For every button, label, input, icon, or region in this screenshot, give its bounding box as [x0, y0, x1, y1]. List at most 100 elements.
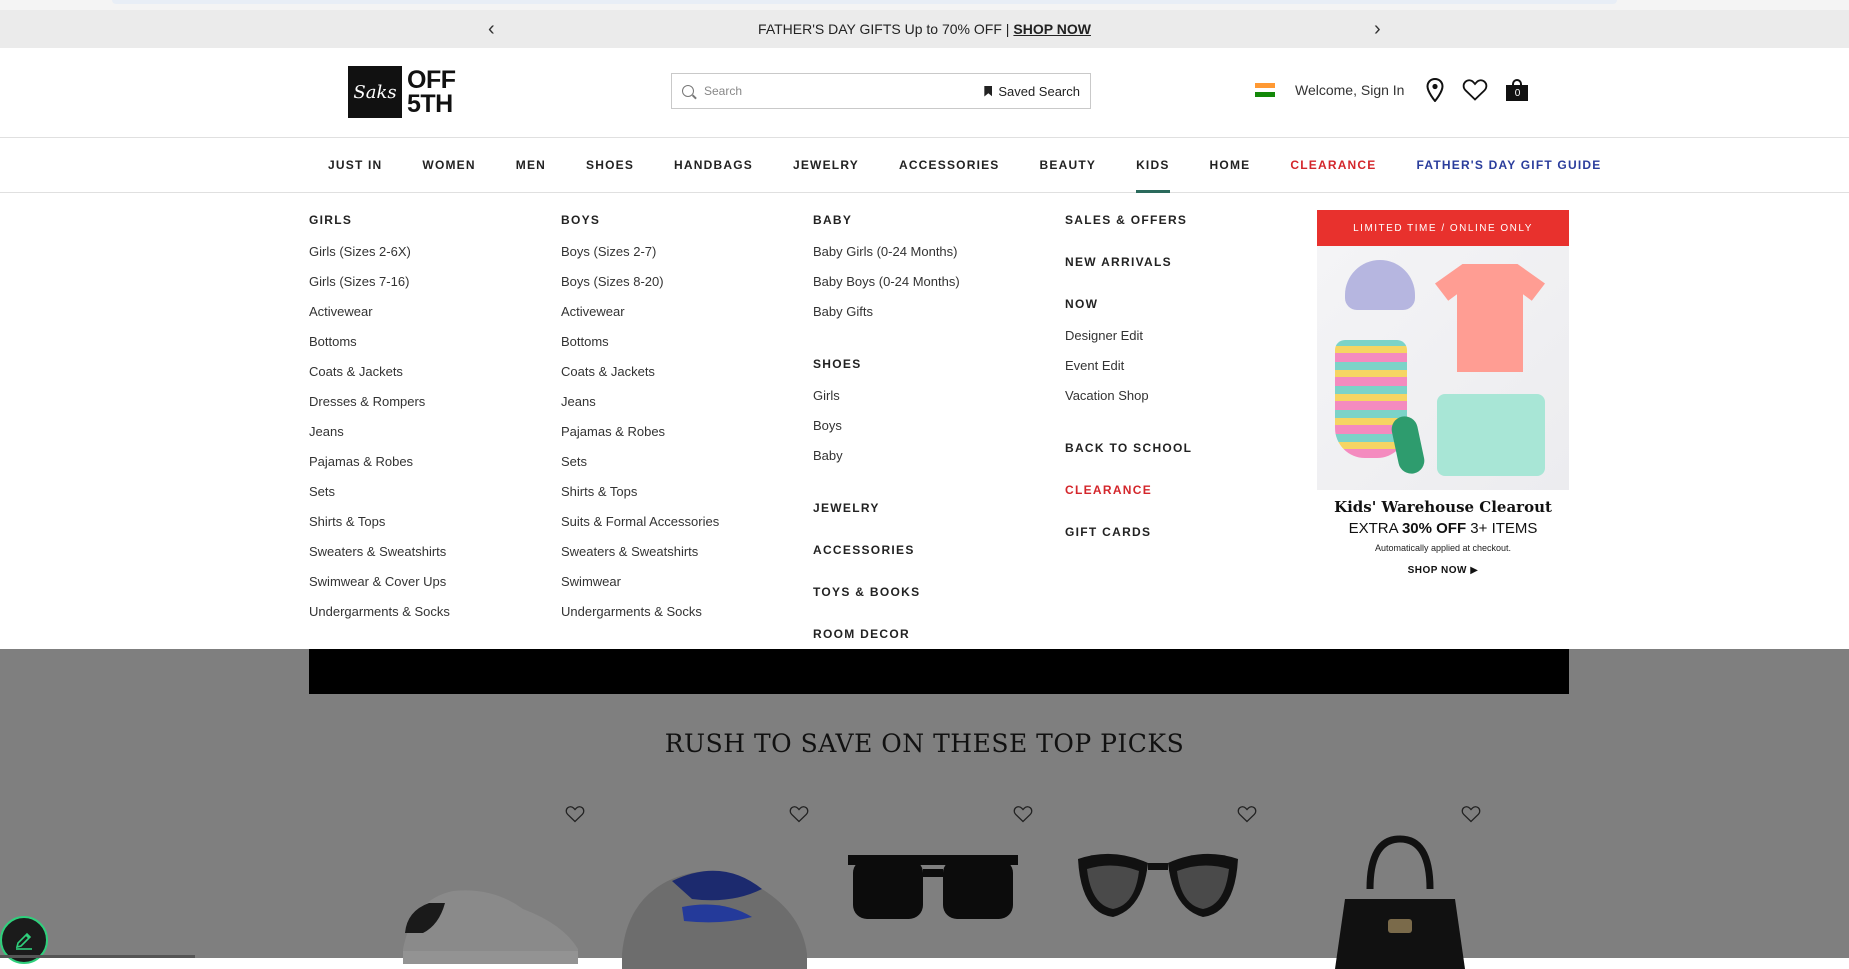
bookmark-icon [984, 85, 993, 97]
product-1-favorite-icon[interactable] [565, 805, 585, 823]
product-5-favorite-icon[interactable] [1461, 805, 1481, 823]
nav-item-women[interactable]: WOMEN [422, 138, 475, 193]
search-input[interactable] [704, 84, 985, 98]
promo-shop-now-link[interactable]: SHOP NOW [1013, 21, 1091, 37]
ad-offer: EXTRA 30% OFF 3+ ITEMS [1317, 520, 1569, 537]
boys-link-shirts-and-tops[interactable]: Shirts & Tops [561, 483, 719, 513]
browser-top-strip [0, 0, 1849, 10]
ad-shop-now[interactable]: SHOP NOW ▶ [1317, 565, 1569, 576]
nav-item-handbags[interactable]: HANDBAGS [674, 138, 753, 193]
clearance-heading[interactable]: CLEARANCE [1065, 483, 1192, 501]
back-to-school-heading[interactable]: BACK TO SCHOOL [1065, 441, 1192, 459]
shoes-link-girls[interactable]: Girls [813, 387, 960, 417]
boys-link-undergarments-and-socks[interactable]: Undergarments & Socks [561, 603, 719, 633]
boys-link-boys-sizes-2-7[interactable]: Boys (Sizes 2-7) [561, 243, 719, 273]
girls-link-activewear[interactable]: Activewear [309, 303, 450, 333]
sales-offers-heading[interactable]: SALES & OFFERS [1065, 213, 1192, 231]
top-strip-highlight [112, 0, 1617, 4]
promo-next-arrow-icon[interactable]: › [1374, 19, 1381, 39]
baby-link-baby-girls-0-24-months[interactable]: Baby Girls (0-24 Months) [813, 243, 960, 273]
boys-link-boys-sizes-8-20[interactable]: Boys (Sizes 8-20) [561, 273, 719, 303]
jewelry-heading[interactable]: JEWELRY [813, 501, 960, 519]
boys-link-pajamas-and-robes[interactable]: Pajamas & Robes [561, 423, 719, 453]
ad-headline: Kids' Warehouse Clearout [1334, 498, 1552, 516]
girls-link-sweaters-and-sweatshirts[interactable]: Sweaters & Sweatshirts [309, 543, 450, 573]
product-4-sunglasses-image[interactable] [1073, 829, 1243, 949]
baby-heading[interactable]: BABY [813, 213, 960, 231]
cart-count: 0 [1506, 85, 1529, 101]
tshirt-shape [1435, 264, 1545, 372]
girls-link-undergarments-and-socks[interactable]: Undergarments & Socks [309, 603, 450, 633]
shoes-link-boys[interactable]: Boys [813, 417, 960, 447]
girls-link-shirts-and-tops[interactable]: Shirts & Tops [309, 513, 450, 543]
gift-cards-heading[interactable]: GIFT CARDS [1065, 525, 1192, 543]
boys-link-coats-and-jackets[interactable]: Coats & Jackets [561, 363, 719, 393]
shoes-heading[interactable]: SHOES [813, 357, 960, 375]
girls-link-girls-sizes-7-16[interactable]: Girls (Sizes 7-16) [309, 273, 450, 303]
ad-note: Automatically applied at checkout. [1374, 543, 1512, 553]
saved-search-button[interactable]: Saved Search [984, 84, 1080, 99]
india-flag-icon[interactable] [1255, 83, 1275, 98]
kids-clearout-promo-tile[interactable]: LIMITED TIME / ONLINE ONLY Kids' Warehou… [1317, 210, 1569, 588]
girls-link-coats-and-jackets[interactable]: Coats & Jackets [309, 363, 450, 393]
room-decor-heading[interactable]: ROOM DECOR [813, 627, 960, 645]
girls-heading[interactable]: GIRLS [309, 213, 450, 231]
wishlist-heart-icon[interactable] [1462, 79, 1488, 101]
boys-link-activewear[interactable]: Activewear [561, 303, 719, 333]
header-utilities: Welcome, Sign In 0 [1255, 78, 1529, 102]
product-4-favorite-icon[interactable] [1237, 805, 1257, 823]
boys-heading[interactable]: BOYS [561, 213, 719, 231]
saks-off-5th-logo[interactable]: Saks OFF 5TH [348, 66, 456, 118]
saved-search-label: Saved Search [998, 83, 1080, 99]
ad-offer-bold: 30% OFF [1401, 520, 1467, 537]
now-link-event-edit[interactable]: Event Edit [1065, 357, 1192, 387]
product-2-sneaker-image[interactable] [612, 829, 812, 969]
ad-ribbon: LIMITED TIME / ONLINE ONLY [1317, 210, 1569, 246]
shoes-links: Girls Boys Baby [813, 387, 960, 477]
sign-in-link[interactable]: Welcome, Sign In [1295, 82, 1404, 98]
nav-item-kids[interactable]: KIDS [1136, 138, 1171, 193]
girls-link-sets[interactable]: Sets [309, 483, 450, 513]
baby-link-baby-gifts[interactable]: Baby Gifts [813, 303, 960, 333]
boys-link-sets[interactable]: Sets [561, 453, 719, 483]
promo-prev-arrow-icon[interactable]: ‹ [488, 19, 495, 39]
now-link-vacation-shop[interactable]: Vacation Shop [1065, 387, 1192, 417]
nav-item-beauty[interactable]: BEAUTY [1040, 138, 1097, 193]
nav-item-father-s-day-gift-guide[interactable]: FATHER'S DAY GIFT GUIDE [1417, 138, 1602, 193]
product-3-sunglasses-image[interactable] [848, 829, 1018, 949]
shoes-link-baby[interactable]: Baby [813, 447, 960, 477]
girls-link-girls-sizes-2-6x[interactable]: Girls (Sizes 2-6X) [309, 243, 450, 273]
nav-item-jewelry[interactable]: JEWELRY [793, 138, 859, 193]
product-5-handbag-image[interactable] [1330, 829, 1470, 969]
product-3-favorite-icon[interactable] [1013, 805, 1033, 823]
shopping-bag-icon[interactable]: 0 [1506, 79, 1529, 101]
now-link-designer-edit[interactable]: Designer Edit [1065, 327, 1192, 357]
new-arrivals-heading[interactable]: NEW ARRIVALS [1065, 255, 1192, 273]
boys-link-swimwear[interactable]: Swimwear [561, 573, 719, 603]
nav-item-accessories[interactable]: ACCESSORIES [899, 138, 1000, 193]
search-bar: Saved Search [671, 73, 1091, 109]
nav-item-home[interactable]: HOME [1210, 138, 1251, 193]
nav-item-men[interactable]: MEN [516, 138, 546, 193]
boys-link-suits-and-formal-accessories[interactable]: Suits & Formal Accessories [561, 513, 719, 543]
ad-offer-prefix: EXTRA [1348, 520, 1398, 537]
nav-item-shoes[interactable]: SHOES [586, 138, 634, 193]
now-heading[interactable]: NOW [1065, 297, 1192, 315]
boys-link-jeans[interactable]: Jeans [561, 393, 719, 423]
toys-books-heading[interactable]: TOYS & BOOKS [813, 585, 960, 603]
boys-link-sweaters-and-sweatshirts[interactable]: Sweaters & Sweatshirts [561, 543, 719, 573]
product-2-favorite-icon[interactable] [789, 805, 809, 823]
girls-link-bottoms[interactable]: Bottoms [309, 333, 450, 363]
girls-link-dresses-and-rompers[interactable]: Dresses & Rompers [309, 393, 450, 423]
boys-link-bottoms[interactable]: Bottoms [561, 333, 719, 363]
girls-link-pajamas-and-robes[interactable]: Pajamas & Robes [309, 453, 450, 483]
nav-item-just-in[interactable]: JUST IN [328, 138, 382, 193]
nav-item-clearance[interactable]: CLEARANCE [1290, 138, 1376, 193]
store-locator-pin-icon[interactable] [1426, 78, 1444, 102]
girls-link-jeans[interactable]: Jeans [309, 423, 450, 453]
product-1-sneaker-image[interactable] [393, 829, 583, 969]
main-navigation: JUST IN WOMEN MEN SHOES HANDBAGS JEWELRY ACCES… [0, 138, 1849, 193]
accessories-heading[interactable]: ACCESSORIES [813, 543, 960, 561]
girls-link-swimwear-and-cover-ups[interactable]: Swimwear & Cover Ups [309, 573, 450, 603]
baby-link-baby-boys-0-24-months[interactable]: Baby Boys (0-24 Months) [813, 273, 960, 303]
